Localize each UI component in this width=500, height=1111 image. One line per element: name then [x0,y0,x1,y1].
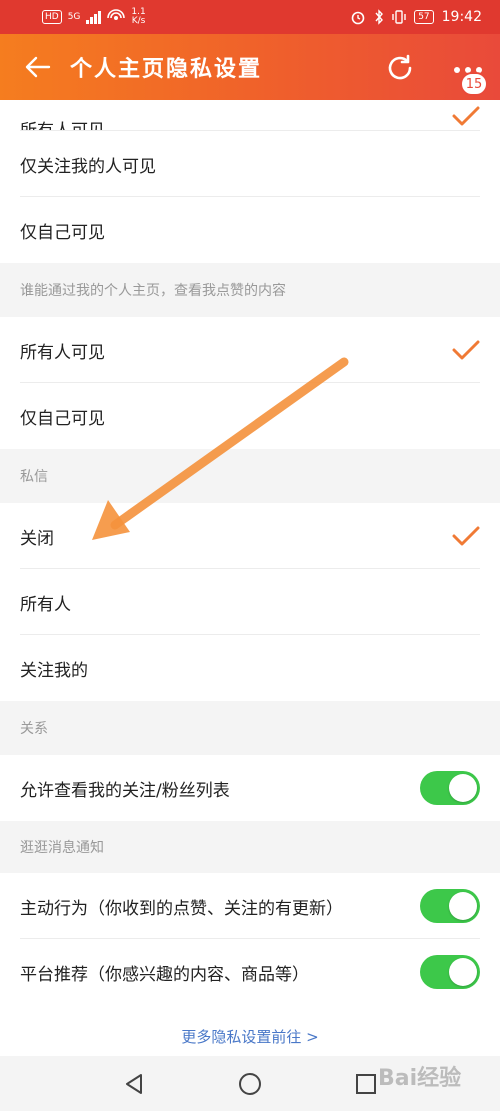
check-icon [452,526,480,546]
section-heading-relation: 关系 [0,701,500,755]
battery-indicator: 57 [414,10,434,24]
setting-label: 平台推荐（你感兴趣的内容、商品等） [20,964,309,985]
toggle-knob [449,892,477,920]
network-speed: 1.1 K/s [131,8,145,26]
triangle-back-icon [126,1073,142,1094]
check-icon [452,340,480,360]
back-arrow-icon [25,56,51,78]
nav-back-button[interactable] [112,1062,156,1106]
hd-indicator: HD [42,10,62,24]
section-heading-likes: 谁能通过我的个人主页，查看我点赞的内容 [0,263,500,317]
status-bar: HD 5G 1.1 K/s 57 19:42 [0,0,500,34]
dm-option-everyone[interactable]: 所有人 [0,569,500,635]
status-right: 57 19:42 [350,9,482,25]
setting-label: 主动行为（你收到的点赞、关注的有更新） [20,898,343,919]
more-privacy-link[interactable]: 更多隐私设置前往 > [0,1026,500,1047]
setting-label: 允许查看我的关注/粉丝列表 [20,780,230,801]
status-left: HD 5G 1.1 K/s [42,8,146,26]
refresh-icon [388,54,412,80]
platform-recommend-toggle[interactable] [420,955,480,989]
section-heading-notify: 逛逛消息通知 [0,821,500,873]
check-icon [452,106,480,126]
option-label: 关注我的 [20,660,88,681]
page-title: 个人主页隐私设置 [70,56,263,82]
option-label: 关闭 [20,528,54,549]
refresh-button[interactable] [380,48,420,88]
relation-list-toggle[interactable] [420,771,480,805]
option-label: 仅自己可见 [20,408,105,429]
back-button[interactable] [10,34,66,100]
platform-recommend-setting: 平台推荐（你感兴趣的内容、商品等） [0,939,500,1005]
toggle-knob [449,774,477,802]
nav-home-button[interactable] [228,1062,272,1106]
option-label: 仅自己可见 [20,222,105,243]
option-label: 所有人 [20,594,71,615]
square-recents-icon [356,1073,376,1094]
profile-option-followers[interactable]: 仅关注我的人可见 [0,131,500,197]
speed-unit: K/s [131,16,146,26]
profile-option-self[interactable]: 仅自己可见 [0,197,500,263]
option-label: 仅关注我的人可见 [20,156,156,177]
option-label: 所有人可见 [20,342,105,363]
app-header: 个人主页隐私设置 15 [0,34,500,100]
alarm-icon [351,11,365,25]
bluetooth-icon [375,9,384,25]
dm-option-followers[interactable]: 关注我的 [0,635,500,701]
option-label: 所有人可见 [20,121,105,131]
dm-option-off[interactable]: 关闭 [0,503,500,569]
notification-badge: 15 [460,72,488,96]
likes-option-everyone[interactable]: 所有人可见 [0,317,500,383]
toggle-knob [449,958,477,986]
profile-option-everyone[interactable]: 所有人可见 [0,100,500,131]
watermark: Bai经验 [378,1066,462,1091]
relation-list-setting: 允许查看我的关注/粉丝列表 [0,755,500,821]
active-behavior-setting: 主动行为（你收到的点赞、关注的有更新） [0,873,500,939]
wifi-hotspot-icon [107,9,126,20]
active-behavior-toggle[interactable] [420,889,480,923]
section-heading-dm: 私信 [0,449,500,503]
circle-home-icon [239,1072,261,1095]
clock: 19:42 [441,9,482,25]
signal-type: 5G [67,12,81,22]
signal-bars-icon [86,10,102,24]
likes-option-self[interactable]: 仅自己可见 [0,383,500,449]
vibrate-icon [392,10,406,24]
